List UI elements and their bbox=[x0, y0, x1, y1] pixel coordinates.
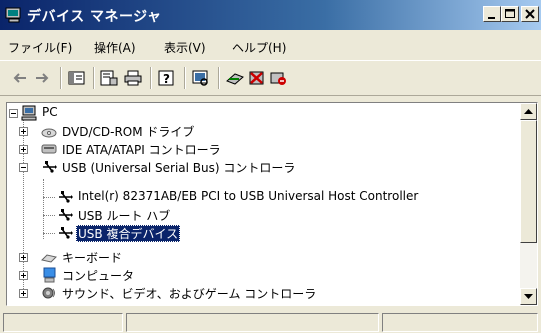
expand-toggle[interactable] bbox=[19, 289, 28, 298]
toolbar-separator bbox=[218, 67, 220, 89]
dvd-drive-icon bbox=[41, 123, 57, 139]
scroll-down-button[interactable] bbox=[520, 288, 537, 305]
collapse-toggle[interactable] bbox=[19, 163, 28, 172]
expand-toggle[interactable] bbox=[19, 253, 28, 262]
status-cell bbox=[382, 313, 538, 332]
minimize-button[interactable] bbox=[483, 6, 501, 22]
computer-icon bbox=[21, 105, 37, 121]
scroll-up-button[interactable] bbox=[520, 103, 537, 120]
tree-item-label: USB (Universal Serial Bus) コントローラ bbox=[62, 161, 296, 175]
usb-icon bbox=[57, 207, 73, 223]
maximize-button[interactable] bbox=[501, 6, 519, 22]
scrollbar-thumb[interactable] bbox=[520, 120, 537, 243]
scan-hardware-icon[interactable] bbox=[192, 70, 210, 86]
update-driver-icon[interactable] bbox=[226, 70, 244, 86]
back-arrow-icon[interactable] bbox=[10, 70, 28, 86]
menu-bar: ファイル(F) 操作(A) 表示(V) ヘルプ(H) bbox=[0, 36, 541, 58]
toolbar-separator bbox=[60, 67, 62, 89]
tree-line bbox=[43, 197, 55, 198]
forward-arrow-icon[interactable] bbox=[34, 70, 52, 86]
arrow-down-icon bbox=[524, 294, 533, 299]
tree-line bbox=[43, 233, 55, 234]
sound-icon bbox=[41, 285, 57, 301]
collapse-toggle[interactable] bbox=[9, 109, 18, 118]
ide-controller-icon bbox=[41, 141, 57, 157]
menu-action[interactable]: 操作(A) bbox=[94, 39, 136, 56]
toolbar: ? bbox=[0, 60, 541, 96]
title-bar[interactable]: デバイス マネージャ bbox=[0, 0, 541, 30]
expand-toggle[interactable] bbox=[19, 271, 28, 280]
close-icon bbox=[525, 9, 535, 19]
tree-line bbox=[43, 179, 44, 239]
usb-icon bbox=[41, 159, 57, 175]
computer-icon bbox=[41, 267, 57, 283]
vertical-scrollbar[interactable] bbox=[520, 103, 537, 305]
usb-icon bbox=[57, 225, 73, 241]
device-manager-app-icon bbox=[5, 7, 23, 23]
device-tree[interactable]: PC DVD/CD-ROM ドライブ IDE ATA/ATAPI コントローラ … bbox=[6, 102, 538, 306]
print-icon[interactable] bbox=[124, 70, 142, 86]
tree-line bbox=[43, 215, 55, 216]
help-icon[interactable]: ? bbox=[158, 70, 176, 86]
usb-icon bbox=[57, 189, 73, 205]
status-bar bbox=[0, 310, 541, 333]
menu-help[interactable]: ヘルプ(H) bbox=[232, 39, 286, 56]
close-button[interactable] bbox=[521, 6, 539, 22]
tree-item-label: DVD/CD-ROM ドライブ bbox=[62, 125, 195, 139]
disable-device-icon[interactable] bbox=[270, 70, 288, 86]
status-cell bbox=[126, 313, 379, 332]
arrow-up-icon bbox=[524, 109, 533, 114]
tree-item-label: PC bbox=[42, 105, 58, 119]
uninstall-icon[interactable] bbox=[248, 70, 266, 86]
tree-item-label: Intel(r) 82371AB/EB PCI to USB Universal… bbox=[78, 189, 419, 203]
tree-item-label: サウンド、ビデオ、およびゲーム コントローラ bbox=[62, 287, 317, 301]
keyboard-icon bbox=[41, 249, 57, 265]
toolbar-separator bbox=[93, 67, 95, 89]
menu-view[interactable]: 表示(V) bbox=[164, 39, 206, 56]
tree-item-label: キーボード bbox=[62, 251, 123, 265]
maximize-icon bbox=[505, 9, 515, 18]
svg-text:?: ? bbox=[163, 72, 170, 86]
device-manager-window: デバイス マネージャ ファイル(F) 操作(A) 表示(V) ヘルプ(H) ? … bbox=[0, 0, 541, 333]
expand-toggle[interactable] bbox=[19, 145, 28, 154]
view-toggle-icon[interactable] bbox=[68, 70, 86, 86]
menu-file[interactable]: ファイル(F) bbox=[8, 39, 72, 56]
tree-item-label: コンピュータ bbox=[62, 269, 135, 283]
tree-item-label: IDE ATA/ATAPI コントローラ bbox=[62, 143, 221, 157]
tree-item-label: USB ルート ハブ bbox=[78, 209, 171, 223]
toolbar-separator bbox=[150, 67, 152, 89]
properties-icon[interactable] bbox=[100, 70, 118, 86]
toolbar-separator bbox=[184, 67, 186, 89]
minimize-icon bbox=[488, 17, 495, 19]
status-cell bbox=[3, 313, 123, 332]
expand-toggle[interactable] bbox=[19, 127, 28, 136]
window-title: デバイス マネージャ bbox=[27, 9, 162, 25]
tree-item-label-selected: USB 複合デバイス bbox=[76, 225, 181, 242]
